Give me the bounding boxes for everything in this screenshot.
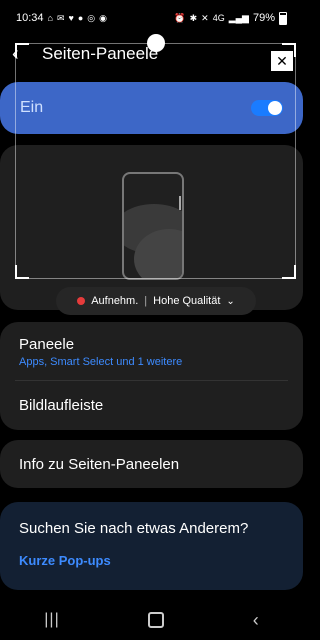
back-icon[interactable]: ‹: [253, 610, 259, 631]
item-title: Info zu Seiten-Paneelen: [19, 455, 180, 473]
status-left: 10:34 ⌂ ✉ ♥ ● ◎ ◉: [16, 12, 107, 24]
status-bar: 10:34 ⌂ ✉ ♥ ● ◎ ◉ ⏰ ✱ ✕ 4G ▂▄▆ 79%: [0, 0, 303, 36]
frame-drag-handle[interactable]: [147, 34, 165, 52]
list-item-info[interactable]: Info zu Seiten-Paneelen: [0, 440, 303, 488]
home-button-icon[interactable]: [148, 612, 165, 628]
signal-icon: ▂▄▆: [228, 12, 249, 23]
clock: 10:34: [16, 12, 44, 24]
screen-recorder-frame[interactable]: [15, 43, 296, 279]
quality-label: Hohe Qualität: [153, 295, 221, 307]
frame-corner[interactable]: [282, 265, 296, 279]
mail-icon: ✉: [56, 12, 65, 23]
status-right: ⏰ ✱ ✕ 4G ▂▄▆ 79%: [174, 11, 287, 25]
record-quality-pill[interactable]: Aufnehm. | Hohe Qualität ⌄: [56, 287, 256, 315]
item-subtitle: Apps, Smart Select und 1 weitere: [19, 356, 183, 368]
item-title: Paneele: [19, 336, 75, 353]
heart-icon: ♥: [68, 13, 74, 23]
frame-corner[interactable]: [15, 265, 29, 279]
chevron-down-icon: ⌄: [226, 295, 235, 307]
app-icon: ◎: [87, 12, 96, 23]
app-icon: ◉: [99, 12, 108, 23]
mute-icon: ✕: [201, 12, 209, 23]
battery-text: 79%: [252, 12, 275, 24]
info-card: Info zu Seiten-Paneelen: [0, 440, 303, 488]
list-item-paneele[interactable]: Paneele Apps, Smart Select und 1 weitere: [0, 322, 303, 380]
alarm-icon: ⏰: [174, 12, 186, 23]
suggestion-link[interactable]: Kurze Pop-ups: [19, 553, 284, 568]
close-icon[interactable]: ✕: [270, 50, 294, 72]
navigation-bar: ||| ‹: [0, 600, 303, 640]
network-icon: 4G: [212, 13, 225, 23]
pill-separator: |: [144, 295, 148, 307]
recent-apps-icon[interactable]: |||: [44, 611, 59, 629]
record-label: Aufnehm.: [91, 295, 139, 307]
battery-icon: [279, 11, 287, 25]
settings-card: Paneele Apps, Smart Select und 1 weitere…: [0, 322, 303, 430]
badge-icon: ●: [77, 13, 84, 23]
frame-corner[interactable]: [15, 43, 29, 57]
list-item-bildlaufleiste[interactable]: Bildlaufleiste: [0, 380, 303, 430]
suggestion-title: Suchen Sie nach etwas Anderem?: [19, 520, 249, 537]
item-title: Bildlaufleiste: [19, 396, 104, 414]
suggestion-card: Suchen Sie nach etwas Anderem? Kurze Pop…: [0, 502, 303, 590]
record-dot-icon: [77, 297, 86, 305]
home-icon: ⌂: [47, 13, 53, 23]
bluetooth-icon: ✱: [189, 12, 198, 23]
